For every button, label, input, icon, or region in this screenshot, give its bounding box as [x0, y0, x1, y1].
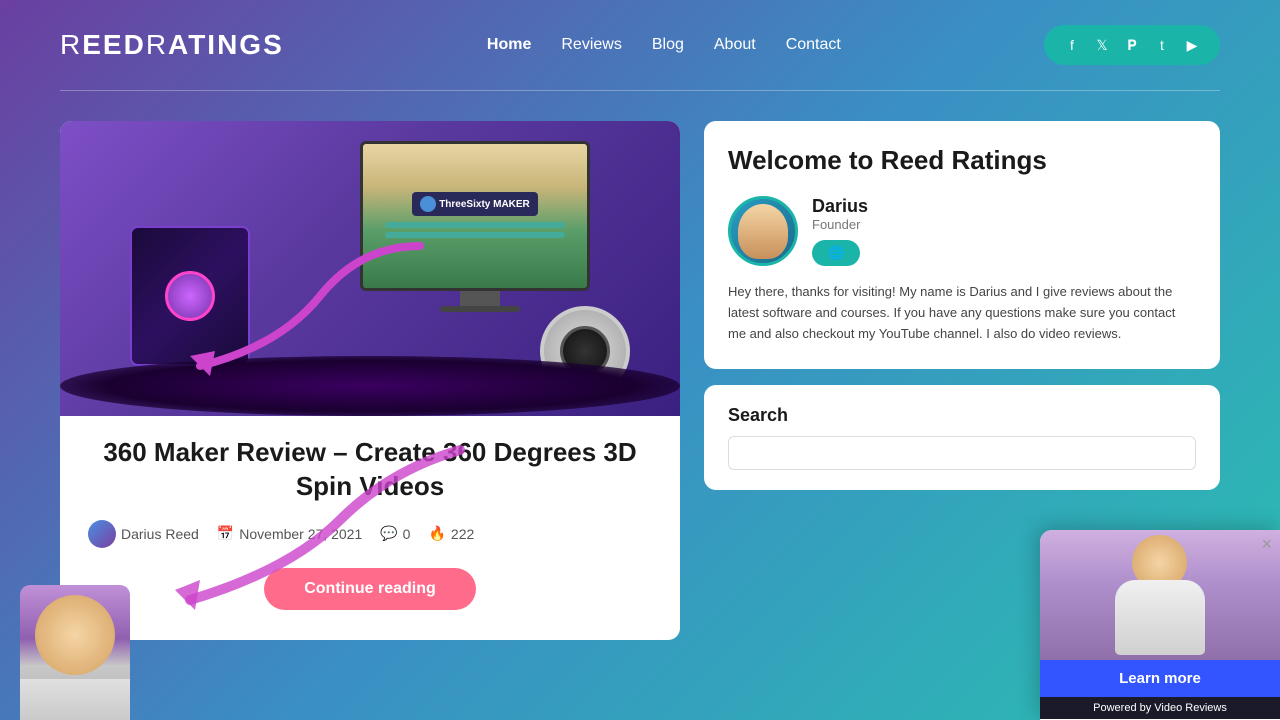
header: REEDRATINGS Home Reviews Blog About Cont…: [0, 0, 1280, 90]
author-row: Darius Founder 🌐: [728, 196, 1196, 266]
article-content: 360 Maker Review – Create 360 Degrees 3D…: [60, 416, 680, 620]
welcome-title: Welcome to Reed Ratings: [728, 145, 1196, 176]
pinterest-icon[interactable]: 𝐏: [1120, 33, 1144, 57]
globe-icon: 🌐: [828, 245, 844, 261]
article-date: November 27, 2021: [239, 526, 362, 542]
calendar-icon: 📅: [217, 525, 234, 542]
fire-icon: 🔥: [428, 525, 445, 542]
video-person-preview: [1040, 530, 1280, 660]
twitter-icon[interactable]: 𝕏: [1090, 33, 1114, 57]
search-label: Search: [728, 405, 1196, 426]
views-count: 222: [451, 526, 474, 542]
nav-about[interactable]: About: [714, 36, 756, 53]
author-role: Founder: [812, 217, 1196, 232]
nav-contact[interactable]: Contact: [786, 36, 841, 53]
author-info: Darius Founder 🌐: [812, 196, 1196, 266]
sidebar: Welcome to Reed Ratings Darius Founder 🌐…: [704, 121, 1220, 490]
article-image: ThreeSixty MAKER: [60, 121, 680, 416]
author-avatar-small: [88, 520, 116, 548]
nav-blog[interactable]: Blog: [652, 36, 684, 53]
comment-icon: 💬: [380, 525, 397, 542]
date-meta: 📅 November 27, 2021: [217, 525, 362, 542]
logo: REEDRATINGS: [60, 29, 284, 61]
author-link-button[interactable]: 🌐: [812, 240, 860, 266]
video-popup: × Learn more Powered by Video Reviews: [1040, 530, 1280, 720]
search-input[interactable]: [728, 436, 1196, 470]
article-title: 360 Maker Review – Create 360 Degrees 3D…: [84, 436, 656, 504]
author-display-name: Darius: [812, 196, 1196, 217]
comments-meta: 💬 0: [380, 525, 410, 542]
author-avatar: [728, 196, 798, 266]
nav-reviews[interactable]: Reviews: [561, 36, 621, 53]
bottom-left-avatar: [20, 585, 130, 720]
learn-more-button[interactable]: Learn more: [1040, 660, 1280, 697]
social-bar: f 𝕏 𝐏 t ▶: [1044, 25, 1220, 65]
nav-home[interactable]: Home: [487, 36, 531, 53]
article-card: ThreeSixty MAKER: [60, 121, 680, 640]
views-meta: 🔥 222: [428, 525, 474, 542]
search-card: Search: [704, 385, 1220, 490]
continue-reading-button[interactable]: Continue reading: [264, 568, 476, 610]
article-meta: Darius Reed 📅 November 27, 2021 💬 0 🔥 22…: [84, 520, 656, 548]
youtube-icon[interactable]: ▶: [1180, 33, 1204, 57]
monitor-visual: ThreeSixty MAKER: [360, 141, 600, 321]
powered-by-label: Powered by Video Reviews: [1040, 697, 1280, 719]
welcome-text: Hey there, thanks for visiting! My name …: [728, 282, 1196, 344]
author-name: Darius Reed: [121, 526, 199, 542]
author-meta: Darius Reed: [88, 520, 199, 548]
welcome-card: Welcome to Reed Ratings Darius Founder 🌐…: [704, 121, 1220, 369]
close-icon[interactable]: ×: [1261, 534, 1272, 555]
comments-count: 0: [403, 526, 411, 542]
facebook-icon[interactable]: f: [1060, 33, 1084, 57]
platform-visual: [60, 356, 680, 416]
main-nav: Home Reviews Blog About Contact: [487, 36, 841, 54]
tumblr-icon[interactable]: t: [1150, 33, 1174, 57]
